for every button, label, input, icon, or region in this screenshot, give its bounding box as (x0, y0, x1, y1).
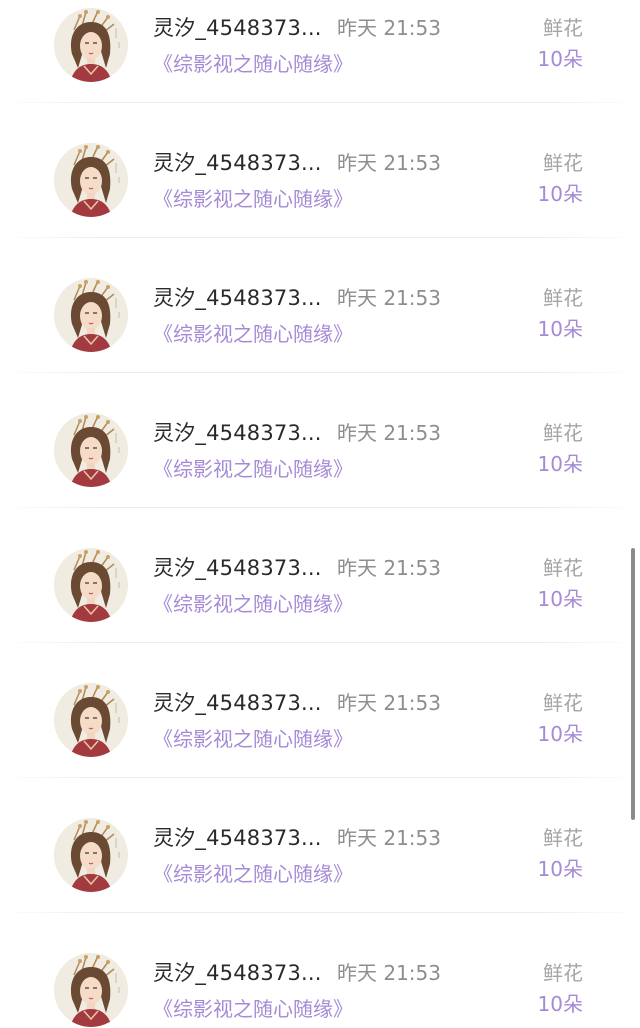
user-name[interactable]: 灵汐_4548373... (153, 282, 322, 312)
gift-type-label: 鲜花 (543, 961, 583, 985)
avatar-icon[interactable] (54, 683, 128, 757)
avatar-icon[interactable] (54, 953, 128, 1027)
user-name[interactable]: 灵汐_4548373... (153, 957, 322, 987)
list-item[interactable]: 灵汐_4548373... 昨天 21:53 《综影视之随心随缘》 鲜花 10朵 (0, 103, 640, 238)
user-name[interactable]: 灵汐_4548373... (153, 687, 322, 717)
user-name[interactable]: 灵汐_4548373... (153, 147, 322, 177)
gift-type-label: 鲜花 (543, 421, 583, 445)
gift-count: 10朵 (537, 47, 583, 71)
record-time: 昨天 21:53 (337, 286, 441, 310)
book-title-link[interactable]: 《综影视之随心随缘》 (153, 183, 353, 212)
gift-type-label: 鲜花 (543, 556, 583, 580)
gift-record-page: 灵汐_4548373... 昨天 21:53 《综影视之随心随缘》 鲜花 10朵 (0, 0, 640, 1028)
avatar-icon[interactable] (54, 8, 128, 82)
record-time: 昨天 21:53 (337, 16, 441, 40)
record-time: 昨天 21:53 (337, 961, 441, 985)
avatar-icon[interactable] (54, 278, 128, 352)
gift-type-label: 鲜花 (543, 826, 583, 850)
gift-type-label: 鲜花 (543, 691, 583, 715)
gift-count: 10朵 (537, 722, 583, 746)
user-name[interactable]: 灵汐_4548373... (153, 822, 322, 852)
book-title-link[interactable]: 《综影视之随心随缘》 (153, 318, 353, 347)
avatar-icon[interactable] (54, 143, 128, 217)
list-item[interactable]: 灵汐_4548373... 昨天 21:53 《综影视之随心随缘》 鲜花 10朵 (0, 778, 640, 913)
gift-type-label: 鲜花 (543, 16, 583, 40)
book-title-link[interactable]: 《综影视之随心随缘》 (153, 993, 353, 1022)
list-item[interactable]: 灵汐_4548373... 昨天 21:53 《综影视之随心随缘》 鲜花 10朵 (0, 508, 640, 643)
user-name[interactable]: 灵汐_4548373... (153, 12, 322, 42)
book-title-link[interactable]: 《综影视之随心随缘》 (153, 48, 353, 77)
list-item[interactable]: 灵汐_4548373... 昨天 21:53 《综影视之随心随缘》 鲜花 10朵 (0, 373, 640, 508)
gift-count: 10朵 (537, 857, 583, 881)
book-title-link[interactable]: 《综影视之随心随缘》 (153, 453, 353, 482)
record-time: 昨天 21:53 (337, 826, 441, 850)
gift-count: 10朵 (537, 992, 583, 1016)
record-time: 昨天 21:53 (337, 691, 441, 715)
user-name[interactable]: 灵汐_4548373... (153, 552, 322, 582)
record-time: 昨天 21:53 (337, 151, 441, 175)
list-item[interactable]: 灵汐_4548373... 昨天 21:53 《综影视之随心随缘》 鲜花 10朵 (0, 0, 640, 103)
list-item[interactable]: 灵汐_4548373... 昨天 21:53 《综影视之随心随缘》 鲜花 10朵 (0, 913, 640, 1028)
gift-count: 10朵 (537, 317, 583, 341)
list-item[interactable]: 灵汐_4548373... 昨天 21:53 《综影视之随心随缘》 鲜花 10朵 (0, 238, 640, 373)
gift-type-label: 鲜花 (543, 151, 583, 175)
record-time: 昨天 21:53 (337, 556, 441, 580)
list-item[interactable]: 灵汐_4548373... 昨天 21:53 《综影视之随心随缘》 鲜花 10朵 (0, 643, 640, 778)
book-title-link[interactable]: 《综影视之随心随缘》 (153, 723, 353, 752)
book-title-link[interactable]: 《综影视之随心随缘》 (153, 588, 353, 617)
book-title-link[interactable]: 《综影视之随心随缘》 (153, 858, 353, 887)
gift-type-label: 鲜花 (543, 286, 583, 310)
avatar-icon[interactable] (54, 818, 128, 892)
user-name[interactable]: 灵汐_4548373... (153, 417, 322, 447)
gift-count: 10朵 (537, 587, 583, 611)
gift-count: 10朵 (537, 452, 583, 476)
avatar-icon[interactable] (54, 548, 128, 622)
record-time: 昨天 21:53 (337, 421, 441, 445)
gift-count: 10朵 (537, 182, 583, 206)
avatar-icon[interactable] (54, 413, 128, 487)
scrollbar[interactable] (631, 548, 635, 820)
gift-record-list[interactable]: 灵汐_4548373... 昨天 21:53 《综影视之随心随缘》 鲜花 10朵 (0, 0, 640, 1028)
